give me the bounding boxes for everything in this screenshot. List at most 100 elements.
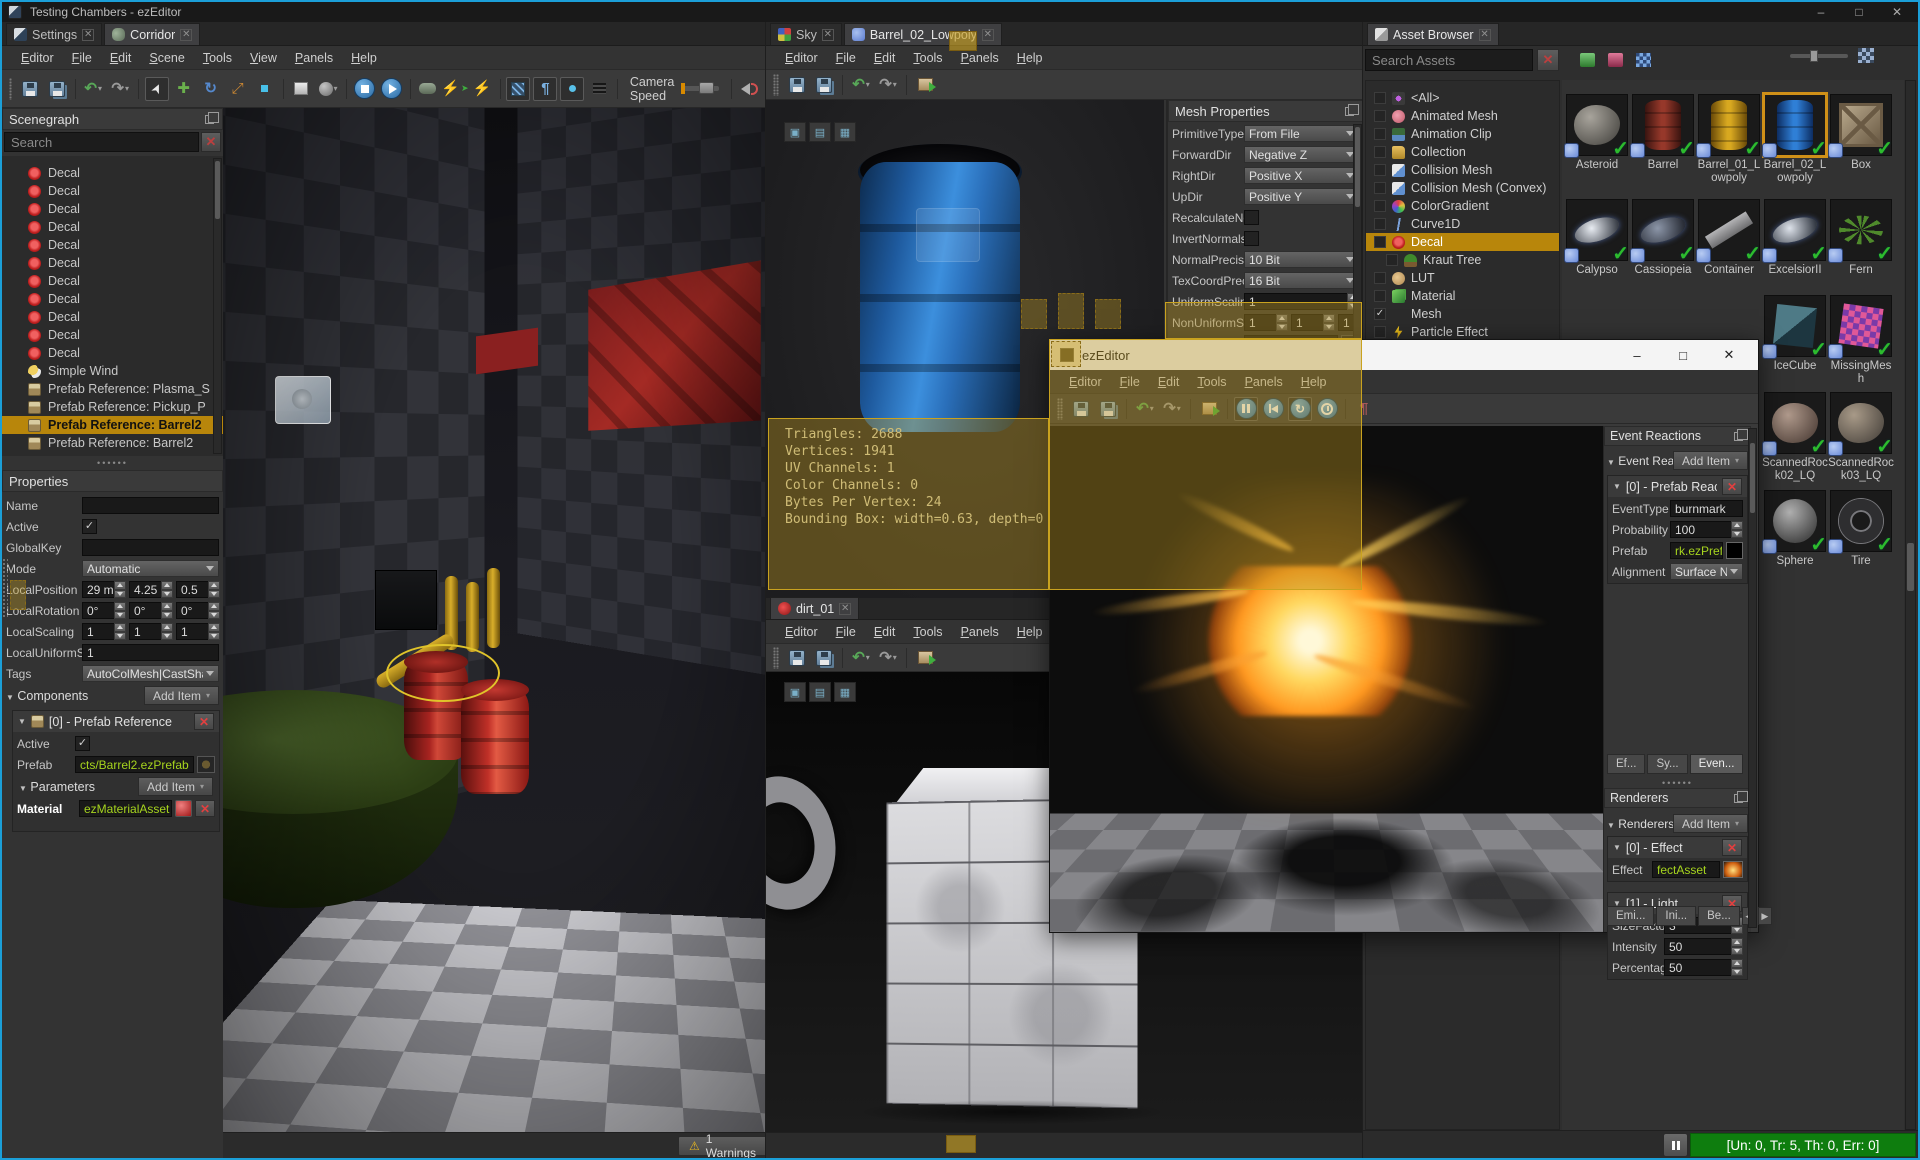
viewport-view-icon[interactable]: ▣ [784, 682, 806, 702]
asset-thumbnail[interactable]: ✓ [1762, 392, 1827, 458]
asset-item-icecube[interactable]: ✓ IceCube [1762, 295, 1828, 373]
spin-input[interactable]: 4.25 [129, 581, 161, 598]
scene-menu-panels[interactable]: Panels [286, 49, 342, 67]
viewport-grid-icon[interactable]: ▦ [834, 122, 856, 142]
doc-tab-dirt-01[interactable]: dirt_01 ✕ [770, 597, 860, 619]
spin-buttons[interactable] [114, 602, 126, 619]
mesh-menu-edit[interactable]: Edit [865, 49, 905, 67]
tab-asset-browser[interactable]: Asset Browser ✕ [1367, 23, 1499, 45]
spin-buttons[interactable] [1731, 938, 1743, 955]
launch-icon[interactable]: ⚡ [470, 77, 494, 101]
pause-engine-button[interactable] [1663, 1133, 1688, 1157]
spin-up-icon[interactable] [161, 623, 173, 632]
color-swatch[interactable] [1726, 542, 1743, 559]
stop-icon[interactable] [353, 77, 377, 101]
close-button[interactable]: ✕ [1882, 3, 1912, 21]
normalprecision-select[interactable]: 10 Bit [1244, 251, 1359, 268]
asset-filter-icon[interactable] [1603, 48, 1627, 72]
tab-close-icon[interactable]: ✕ [839, 602, 852, 615]
toolbar-grip[interactable] [773, 646, 779, 669]
snap-icon[interactable] [253, 77, 277, 101]
scenegraph-search-input[interactable]: Search [4, 132, 199, 152]
float-panel-icon[interactable] [1734, 428, 1748, 441]
type-filter-checkbox[interactable] [1374, 236, 1386, 248]
type-filter-checkbox[interactable] [1374, 326, 1386, 338]
asset-thumbnail[interactable]: ✓ [1630, 94, 1695, 160]
thumbnail-size-slider[interactable] [1790, 50, 1848, 62]
expander-icon[interactable]: ▼ [1613, 482, 1621, 491]
type-filter-checkbox[interactable] [1374, 218, 1386, 230]
shapes-icon[interactable] [560, 76, 585, 101]
tab-close-icon[interactable]: ✕ [82, 28, 95, 41]
scenegraph-item-prefab-reference-plasma-s[interactable]: Prefab Reference: Plasma_S [2, 380, 223, 398]
export-icon[interactable] [913, 646, 937, 670]
asset-thumbnail[interactable]: ✓ [1828, 199, 1893, 265]
particle-doc-menu-help[interactable]: Help [1008, 623, 1052, 641]
particle-tab-be[interactable]: Be... [1698, 906, 1740, 926]
asset-thumbnail[interactable]: ✓ [1696, 94, 1761, 160]
speaker-icon[interactable] [737, 77, 761, 101]
spin-input[interactable]: 50 [1664, 959, 1731, 976]
scenegraph-item-decal[interactable]: Decal [2, 218, 223, 236]
spin-down-icon[interactable] [161, 589, 173, 598]
toolbar-grip[interactable] [773, 73, 779, 96]
spin-input[interactable]: 1 [129, 623, 161, 640]
expander-icon[interactable]: ▼ [1613, 843, 1621, 852]
float-panel-icon[interactable] [205, 111, 219, 124]
scenegraph-item-prefab-reference-barrel2[interactable]: Prefab Reference: Barrel2 [2, 416, 223, 434]
undo-icon[interactable]: ↶ ▾ [849, 73, 873, 97]
particle-tab-sy[interactable]: Sy... [1647, 754, 1688, 774]
asset-type-all[interactable]: <All> [1366, 89, 1559, 107]
spin-buttons[interactable] [208, 581, 220, 598]
scenegraph-item-decal[interactable]: Decal [2, 182, 223, 200]
asset-thumbnail[interactable]: ✓ [1564, 199, 1629, 265]
mode-select[interactable]: Automatic [82, 560, 219, 577]
effect-asset-input[interactable]: fectAsset [1652, 861, 1720, 878]
spin-down-icon[interactable] [114, 610, 126, 619]
asset-grid-scrollbar[interactable] [1905, 80, 1916, 1130]
spin-buttons[interactable] [161, 623, 173, 640]
tab-close-icon[interactable]: ✕ [821, 28, 834, 41]
components-add-item-button[interactable]: Add Item ▾ [143, 686, 219, 705]
scene-menu-help[interactable]: Help [342, 49, 386, 67]
spin-down-icon[interactable] [161, 610, 173, 619]
asset-thumbnail[interactable]: ✓ [1564, 94, 1629, 160]
type-filter-checkbox[interactable] [1374, 92, 1386, 104]
prefab-reaction-header[interactable]: ▼ [0] - Prefab Reaction ✕ [1608, 476, 1747, 497]
asset-type-material[interactable]: Material [1366, 287, 1559, 305]
asset-type-lut[interactable]: LUT [1366, 269, 1559, 287]
localuniformscaling-input[interactable]: 1 [82, 644, 219, 661]
spin-up-icon[interactable] [1731, 521, 1743, 530]
scenegraph-search-clear-icon[interactable]: ✕ [201, 132, 221, 152]
grid-view-icon[interactable] [1631, 48, 1655, 72]
scene-viewport[interactable] [223, 108, 765, 1132]
asset-thumbnail[interactable]: ✓ [1828, 490, 1893, 556]
spin-up-icon[interactable] [1731, 938, 1743, 947]
type-filter-checkbox[interactable] [1386, 254, 1398, 266]
delete-reaction-button[interactable]: ✕ [1722, 478, 1742, 495]
scene-menu-edit[interactable]: Edit [101, 49, 141, 67]
scenegraph-item-decal[interactable]: Decal [2, 272, 223, 290]
renderers-add-item-button[interactable]: Add Item ▾ [1672, 814, 1748, 833]
active-checkbox[interactable]: ✓ [75, 736, 90, 751]
particle-doc-menu-tools[interactable]: Tools [904, 623, 951, 641]
asset-thumbnail-button[interactable] [1723, 861, 1743, 878]
type-filter-checkbox[interactable] [1374, 182, 1386, 194]
tab-close-icon[interactable]: ✕ [180, 28, 193, 41]
event-reactions-add-item-button[interactable]: Add Item ▾ [1672, 451, 1748, 470]
save-icon[interactable] [18, 77, 42, 101]
spin-down-icon[interactable] [208, 610, 220, 619]
particle-tab-even[interactable]: Even... [1689, 754, 1744, 774]
spin-buttons[interactable] [1731, 521, 1743, 538]
scenegraph-item-decal[interactable]: Decal [2, 344, 223, 362]
asset-search-input[interactable]: Search Assets [1365, 49, 1533, 71]
asset-type-collection[interactable]: Collection [1366, 143, 1559, 161]
globalkey-input[interactable] [82, 539, 219, 556]
scene-menu-file[interactable]: File [63, 49, 101, 67]
redo-icon[interactable]: ↷ ▾ [108, 77, 132, 101]
spin-up-icon[interactable] [161, 581, 173, 590]
scenegraph-item-decal[interactable]: Decal [2, 308, 223, 326]
spin-input[interactable]: 1 [176, 623, 208, 640]
transform-assets-icon[interactable] [1575, 48, 1599, 72]
slider-handle[interactable] [699, 82, 715, 94]
